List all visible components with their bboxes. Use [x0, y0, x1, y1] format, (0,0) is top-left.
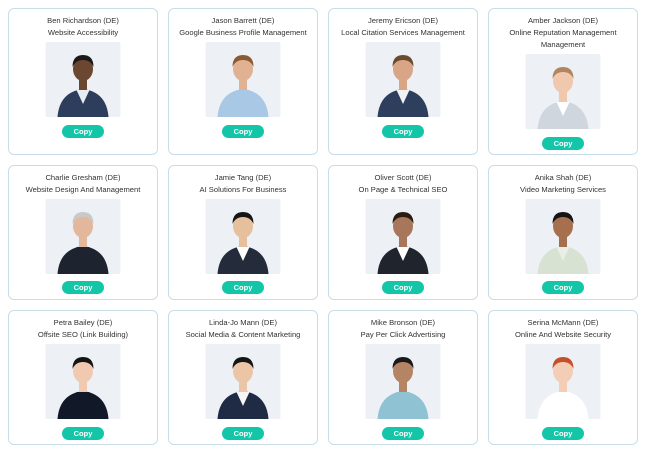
member-name: Amber Jackson (DE): [527, 16, 599, 25]
copy-button[interactable]: Copy: [222, 281, 264, 294]
team-card: Petra Bailey (DE) Offsite SEO (Link Buil…: [8, 310, 158, 445]
copy-button[interactable]: Copy: [222, 125, 264, 138]
member-role: Social Media & Content Marketing: [185, 330, 301, 339]
portrait-illustration: [57, 357, 109, 419]
copy-button[interactable]: Copy: [382, 281, 424, 294]
member-name: Oliver Scott (DE): [374, 173, 432, 182]
member-role: Online And Website Security: [514, 330, 612, 339]
team-card: Jeremy Ericson (DE) Local Citation Servi…: [328, 8, 478, 155]
portrait-illustration: [377, 357, 429, 419]
copy-button[interactable]: Copy: [62, 125, 104, 138]
member-photo: [205, 199, 281, 274]
team-card: Charlie Gresham (DE) Website Design And …: [8, 165, 158, 300]
member-role: Video Marketing Services: [520, 185, 606, 194]
portrait-illustration: [377, 212, 429, 274]
member-role: Website Design And Management: [25, 185, 141, 194]
member-photo: [205, 344, 281, 419]
team-card: Jamie Tang (DE) AI Solutions For Busines…: [168, 165, 318, 300]
team-card: Linda-Jo Mann (DE) Social Media & Conten…: [168, 310, 318, 445]
member-name: Ben Richardson (DE): [47, 16, 119, 25]
portrait-illustration: [217, 55, 269, 117]
member-role: AI Solutions For Business: [199, 185, 287, 194]
portrait-illustration: [217, 357, 269, 419]
member-photo: [365, 344, 441, 419]
member-photo: [365, 199, 441, 274]
team-card: Ben Richardson (DE) Website Accessibilit…: [8, 8, 158, 155]
team-card: Mike Bronson (DE) Pay Per Click Advertis…: [328, 310, 478, 445]
team-card: Amber Jackson (DE) Online Reputation Man…: [488, 8, 638, 155]
member-name: Linda-Jo Mann (DE): [209, 318, 277, 327]
member-name: Anika Shah (DE): [534, 173, 592, 182]
copy-button[interactable]: Copy: [62, 427, 104, 440]
portrait-illustration: [537, 212, 589, 274]
copy-button[interactable]: Copy: [542, 137, 584, 150]
portrait-illustration: [377, 55, 429, 117]
member-role: Offsite SEO (Link Building): [37, 330, 129, 339]
member-name: Jeremy Ericson (DE): [367, 16, 439, 25]
member-photo: [45, 199, 121, 274]
team-card: Anika Shah (DE) Video Marketing Services…: [488, 165, 638, 300]
member-photo: [205, 42, 281, 117]
portrait-illustration: [57, 212, 109, 274]
team-card-grid: Ben Richardson (DE) Website Accessibilit…: [0, 0, 648, 456]
member-name: Jamie Tang (DE): [214, 173, 272, 182]
team-card: Jason Barrett (DE) Google Business Profi…: [168, 8, 318, 155]
member-photo: [365, 42, 441, 117]
member-role: Website Accessibility: [47, 28, 119, 37]
member-name: Jason Barrett (DE): [211, 16, 275, 25]
portrait-illustration: [537, 67, 589, 129]
member-photo: [525, 199, 601, 274]
member-role: Google Business Profile Management: [179, 28, 307, 37]
copy-button[interactable]: Copy: [62, 281, 104, 294]
copy-button[interactable]: Copy: [382, 125, 424, 138]
member-role: On Page & Technical SEO: [358, 185, 448, 194]
portrait-illustration: [57, 55, 109, 117]
team-card: Oliver Scott (DE) On Page & Technical SE…: [328, 165, 478, 300]
member-role: Online Reputation Management Management: [509, 28, 617, 49]
copy-button[interactable]: Copy: [382, 427, 424, 440]
member-name: Charlie Gresham (DE): [45, 173, 121, 182]
portrait-illustration: [537, 357, 589, 419]
copy-button[interactable]: Copy: [542, 281, 584, 294]
member-role: Local Citation Services Management: [341, 28, 465, 37]
member-name: Petra Bailey (DE): [53, 318, 113, 327]
member-name: Mike Bronson (DE): [370, 318, 436, 327]
member-photo: [45, 344, 121, 419]
copy-button[interactable]: Copy: [222, 427, 264, 440]
member-photo: [525, 54, 601, 129]
member-photo: [525, 344, 601, 419]
member-role: Pay Per Click Advertising: [360, 330, 446, 339]
member-photo: [45, 42, 121, 117]
member-name: Serina McMann (DE): [527, 318, 599, 327]
team-card: Serina McMann (DE) Online And Website Se…: [488, 310, 638, 445]
portrait-illustration: [217, 212, 269, 274]
copy-button[interactable]: Copy: [542, 427, 584, 440]
